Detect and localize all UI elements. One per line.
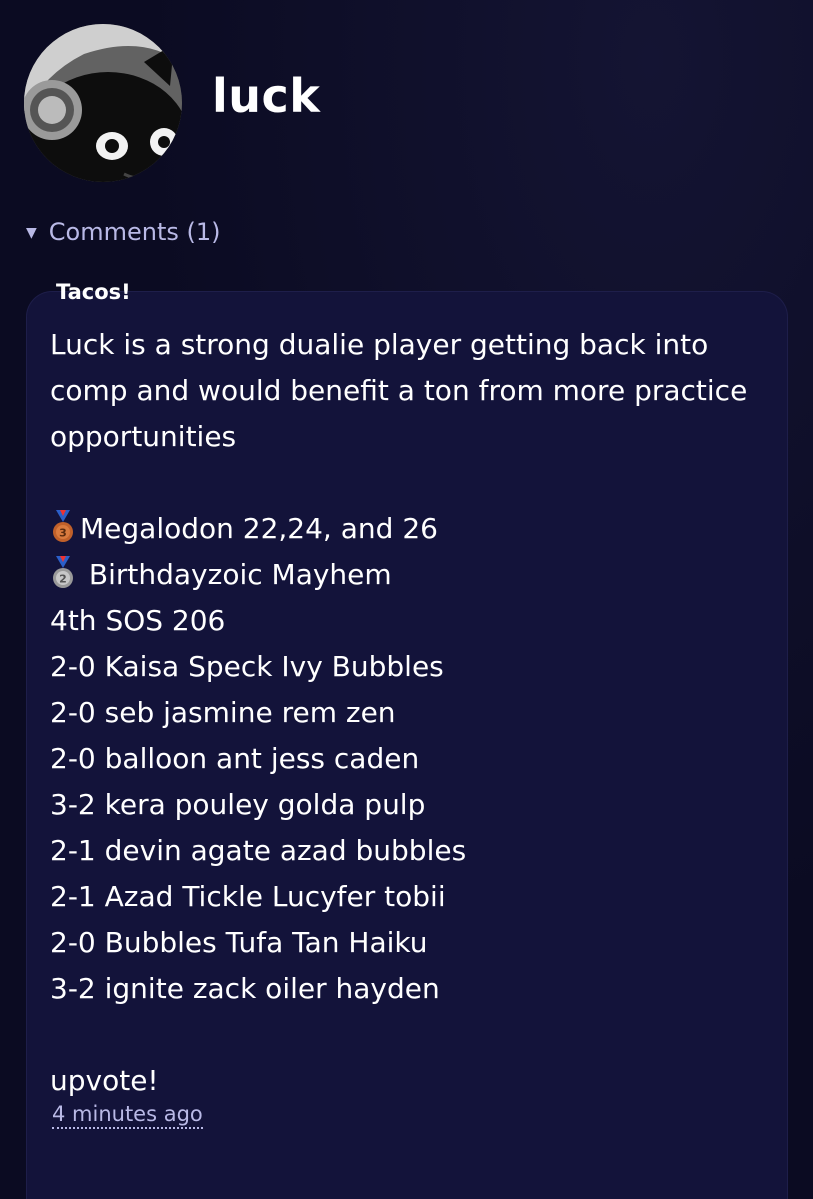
achievement-line: 2 Birthdayzoic Mayhem — [50, 552, 770, 598]
result-line: 3-2 kera pouley golda pulp — [50, 788, 426, 821]
result-line: 4th SOS 206 — [50, 604, 226, 637]
silver-medal-icon: 2 — [53, 556, 73, 588]
caret-down-icon: ▼ — [26, 225, 37, 241]
achievement-line: 3 Megalodon 22,24, and 26 — [50, 506, 770, 552]
comment-intro: Luck is a strong dualie player getting b… — [50, 328, 748, 453]
comment-body: Luck is a strong dualie player getting b… — [50, 322, 770, 1104]
comment-timestamp-link[interactable]: 4 minutes ago — [52, 1101, 203, 1129]
achievement-text: Birthdayzoic Mayhem — [80, 558, 392, 591]
result-line: 2-0 Bubbles Tufa Tan Haiku — [50, 926, 428, 959]
result-line: 2-1 devin agate azad bubbles — [50, 834, 467, 867]
avatar[interactable] — [24, 24, 182, 182]
result-line: 2-0 balloon ant jess caden — [50, 742, 420, 775]
result-line: 2-1 Azad Tickle Lucyfer tobii — [50, 880, 446, 913]
comment-closing: upvote! — [50, 1064, 159, 1097]
comments-toggle-label: Comments (1) — [48, 218, 221, 246]
result-line: 3-2 ignite zack oiler hayden — [50, 972, 440, 1005]
result-line: 2-0 seb jasmine rem zen — [50, 696, 396, 729]
achievement-text: Megalodon 22,24, and 26 — [80, 512, 438, 545]
result-line: 2-0 Kaisa Speck Ivy Bubbles — [50, 650, 444, 683]
svg-text:2: 2 — [59, 573, 67, 586]
svg-text:3: 3 — [59, 527, 67, 540]
profile-username: luck — [212, 69, 321, 123]
comments-toggle[interactable]: ▼ Comments (1) — [26, 218, 221, 246]
bronze-medal-icon: 3 — [53, 510, 73, 542]
chococat-avatar-image — [24, 24, 182, 182]
comment-author[interactable]: Tacos! — [56, 280, 131, 304]
